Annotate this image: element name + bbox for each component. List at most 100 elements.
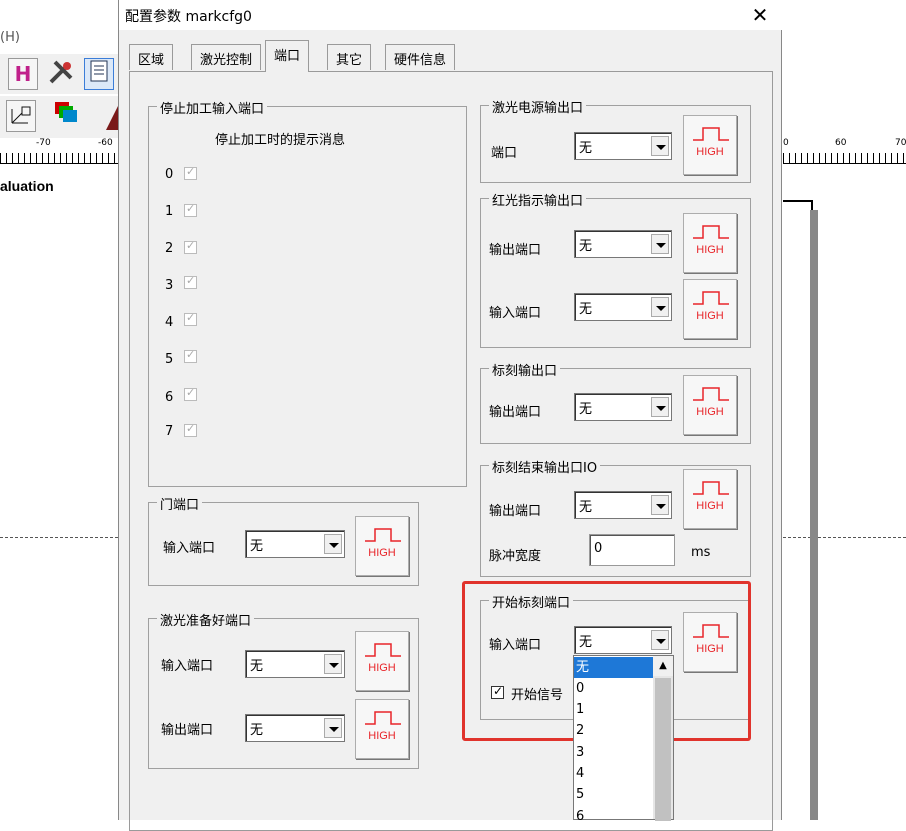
tools-icon[interactable] — [46, 58, 76, 90]
port-checkbox[interactable] — [184, 386, 197, 401]
high-button[interactable]: HIGH — [683, 213, 737, 273]
red-light-input-select[interactable]: 无 — [574, 293, 672, 321]
pulse-icon — [693, 127, 729, 141]
port-number: 7 — [165, 424, 174, 439]
mark-end-output-select[interactable]: 无 — [574, 491, 672, 519]
pulse-width-input[interactable]: 0 — [589, 534, 675, 566]
port-checkbox[interactable] — [184, 165, 197, 180]
mark-output-select[interactable]: 无 — [574, 393, 672, 421]
high-button[interactable]: HIGH — [355, 516, 409, 576]
ruler-label: 70 — [895, 138, 906, 148]
menu-fragment[interactable]: (H) — [0, 30, 20, 45]
toolbar-row-1: H — [0, 54, 118, 94]
dropdown-option[interactable]: 4 — [574, 763, 654, 784]
tab-hardware-info[interactable]: 硬件信息 — [385, 44, 456, 70]
ruler-left: -70 -60 — [0, 138, 118, 164]
high-button[interactable]: HIGH — [355, 699, 409, 759]
port-number: 1 — [165, 204, 174, 219]
chevron-down-icon[interactable] — [651, 397, 669, 417]
tab-other[interactable]: 其它 — [327, 44, 372, 70]
list-icon[interactable] — [84, 58, 114, 90]
tab-laser-control[interactable]: 激光控制 — [191, 44, 262, 70]
chevron-up-icon[interactable]: ▲ — [653, 656, 673, 676]
chevron-down-icon[interactable] — [324, 718, 342, 738]
port-checkbox[interactable] — [184, 311, 197, 326]
chevron-down-icon[interactable] — [651, 234, 669, 254]
dropdown-option[interactable]: 1 — [574, 699, 654, 720]
input-value: 0 — [594, 541, 603, 556]
scroll-thumb[interactable] — [655, 678, 671, 821]
dropdown-option[interactable]: 0 — [574, 678, 654, 699]
port-checkbox[interactable] — [184, 422, 197, 437]
chevron-down-icon[interactable] — [651, 297, 669, 317]
red-light-output-select[interactable]: 无 — [574, 230, 672, 258]
evaluation-text: aluation — [0, 178, 54, 194]
output-port-label: 输出端口 — [489, 405, 542, 420]
chevron-down-icon[interactable] — [651, 495, 669, 515]
select-value: 无 — [579, 141, 593, 156]
dropdown-scrollbar[interactable]: ▲ — [653, 656, 673, 821]
laser-ready-output-select[interactable]: 无 — [245, 714, 345, 742]
high-button[interactable]: HIGH — [683, 279, 737, 339]
stop-input-group: 停止加工输入端口 停止加工时的提示消息 0 1 2 3 4 5 6 7 — [148, 98, 467, 487]
dropdown-option[interactable]: 6 — [574, 806, 654, 827]
output-port-label: 输出端口 — [161, 723, 214, 738]
port-number: 0 — [165, 167, 174, 182]
tab-region[interactable]: 区域 — [129, 44, 174, 70]
h-tool-icon[interactable]: H — [8, 58, 38, 90]
port-number: 3 — [165, 278, 174, 293]
high-button[interactable]: HIGH — [683, 115, 737, 175]
pulse-icon — [365, 643, 401, 657]
dropdown-option[interactable]: 3 — [574, 742, 654, 763]
input-port-label: 输入端口 — [163, 541, 216, 556]
group-title: 停止加工输入端口 — [157, 98, 268, 117]
high-button[interactable]: HIGH — [683, 375, 737, 435]
ruler-label: 60 — [835, 138, 847, 148]
mark-output-group: 标刻输出口 输出端口 无 HIGH — [480, 360, 751, 444]
high-button[interactable]: HIGH — [355, 631, 409, 691]
pulse-icon — [693, 387, 729, 401]
chevron-down-icon[interactable] — [651, 136, 669, 156]
dropdown-option[interactable]: 无 — [574, 657, 654, 678]
ruler-label: 0 — [783, 138, 789, 148]
output-port-label: 输出端口 — [489, 243, 542, 258]
input-port-label: 输入端口 — [161, 659, 214, 674]
tab-ports[interactable]: 端口 — [265, 40, 310, 72]
port-checkbox[interactable] — [184, 274, 197, 289]
select-value: 无 — [579, 302, 593, 317]
laser-ready-input-select[interactable]: 无 — [245, 650, 345, 678]
port-label: 端口 — [491, 146, 518, 161]
pulse-width-label: 脉冲宽度 — [489, 549, 542, 564]
door-input-select[interactable]: 无 — [245, 530, 345, 558]
toolbar-row-2 — [0, 96, 118, 138]
canvas-shadow — [810, 210, 818, 820]
chevron-down-icon[interactable] — [324, 654, 342, 674]
pulse-icon — [365, 528, 401, 542]
port-checkbox[interactable] — [184, 239, 197, 254]
layers-icon[interactable] — [52, 100, 82, 132]
port-checkbox[interactable] — [184, 202, 197, 217]
high-button[interactable]: HIGH — [683, 469, 737, 529]
close-button[interactable]: ✕ — [745, 0, 775, 30]
input-port-label: 输入端口 — [489, 306, 542, 321]
origin-icon[interactable] — [6, 100, 36, 132]
high-label: HIGH — [696, 406, 724, 418]
triangle-icon[interactable] — [104, 104, 118, 136]
high-label: HIGH — [696, 310, 724, 322]
group-title: 标刻输出口 — [489, 360, 561, 379]
dropdown-option[interactable]: 5 — [574, 784, 654, 805]
select-value: 无 — [579, 500, 593, 515]
laser-ready-group: 激光准备好端口 输入端口 无 HIGH 输出端口 无 HIGH — [148, 610, 419, 769]
select-value: 无 — [250, 659, 264, 674]
guide-line-left — [0, 537, 118, 538]
port-number: 4 — [165, 315, 174, 330]
dropdown-option[interactable]: 2 — [574, 720, 654, 741]
laser-power-select[interactable]: 无 — [574, 132, 672, 160]
port-checkbox[interactable] — [184, 348, 197, 363]
port-dropdown-list[interactable]: 无 0 1 2 3 4 5 6 ▲ — [573, 655, 674, 824]
red-light-group: 红光指示输出口 输出端口 无 HIGH 输入端口 无 HIGH — [480, 190, 751, 348]
chevron-down-icon[interactable] — [324, 534, 342, 554]
group-title: 激光电源输出口 — [489, 97, 587, 116]
high-label: HIGH — [696, 244, 724, 256]
title-bar[interactable]: 配置参数 markcfg0 ✕ — [119, 0, 783, 30]
